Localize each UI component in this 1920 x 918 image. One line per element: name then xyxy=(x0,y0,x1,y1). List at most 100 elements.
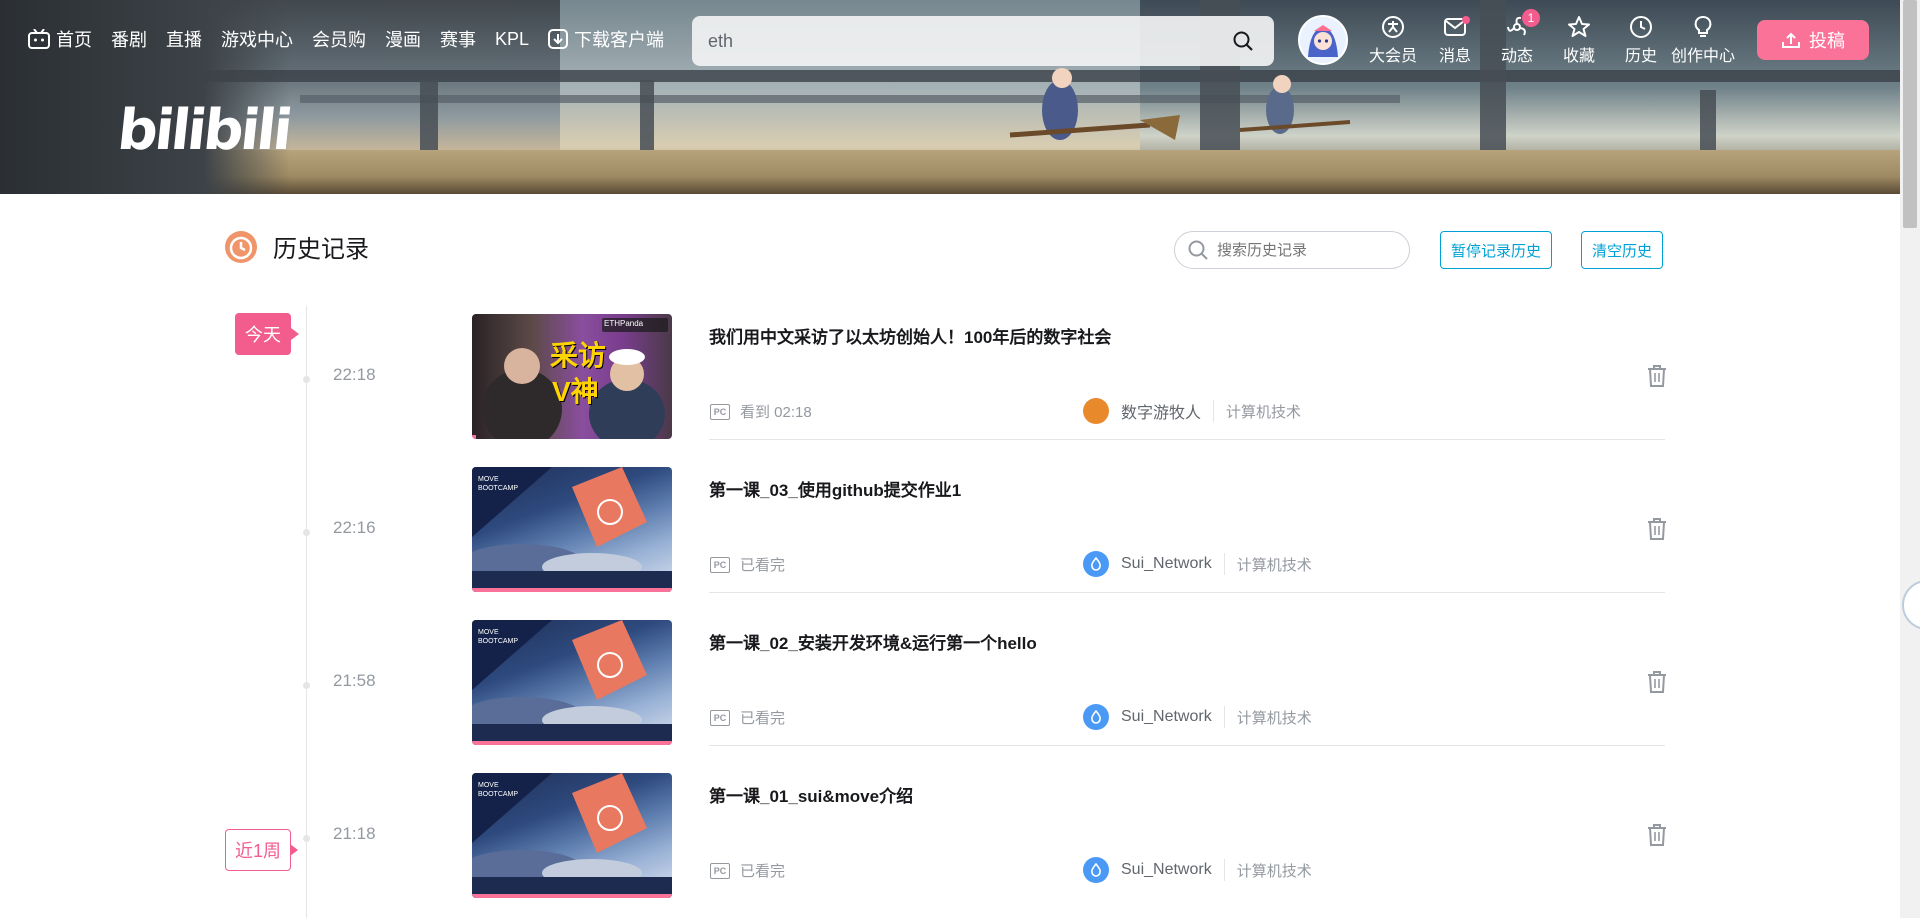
uploader-name[interactable]: 数字游牧人 xyxy=(1121,399,1201,423)
scrollbar-thumb[interactable] xyxy=(1903,0,1917,228)
thumb-caption: MOVE BOOTCAMP xyxy=(478,476,519,492)
clear-history-button[interactable]: 清空历史 xyxy=(1581,231,1663,269)
uploader-name[interactable]: Sui_Network xyxy=(1121,708,1212,726)
menu-label: 大会员 xyxy=(1368,48,1417,65)
timeline-dot xyxy=(303,376,310,383)
watch-time: 22:18 xyxy=(333,365,376,384)
menu-label: 消息 xyxy=(1438,48,1471,65)
nav-member-shop[interactable]: 会员购 xyxy=(312,26,366,52)
menu-label: 动态 xyxy=(1500,48,1533,65)
history-item: 21:58 MOVE BOOTCAMP 第一课_02_安装开发环境&运行第一个h… xyxy=(0,619,1900,772)
nav-download-client[interactable]: 下载客户端 xyxy=(548,26,664,52)
separator xyxy=(1213,400,1215,422)
video-title[interactable]: 第一课_03_使用github提交作业1 xyxy=(709,476,961,501)
nav-match[interactable]: 赛事 xyxy=(440,26,476,52)
uploader-info: Sui_Network 计算机技术 xyxy=(1083,551,1312,577)
watch-progress-bar xyxy=(472,894,672,898)
trash-icon[interactable] xyxy=(1646,517,1668,541)
pause-history-button[interactable]: 暂停记录历史 xyxy=(1440,231,1552,269)
watch-progress: PC 已看完 xyxy=(710,554,785,575)
bilibili-logo[interactable]: bilibili xyxy=(115,98,293,163)
video-thumbnail[interactable]: MOVE BOOTCAMP xyxy=(472,773,672,898)
menu-creator-center[interactable]: 创作中心 xyxy=(1671,14,1736,66)
thumb-caption: 采访 xyxy=(550,340,607,371)
nav-manga[interactable]: 漫画 xyxy=(385,26,421,52)
timeline-dot xyxy=(303,835,310,842)
video-title[interactable]: 我们用中文采访了以太坊创始人！100年后的数字社会 xyxy=(709,323,1111,348)
upload-icon xyxy=(1781,31,1801,49)
watch-progress-text: 已看完 xyxy=(740,710,786,727)
download-icon xyxy=(548,29,569,49)
video-category: 计算机技术 xyxy=(1236,862,1312,880)
watch-progress: PC 已看完 xyxy=(710,707,785,728)
nav-label: 首页 xyxy=(56,30,92,50)
separator xyxy=(1223,553,1225,575)
history-item: 21:18 MOVE BOOTCAMP 第一课_01_sui&move介绍 PC… xyxy=(0,772,1900,918)
upload-label: 投稿 xyxy=(1809,31,1845,51)
watch-time: 22:16 xyxy=(333,518,376,537)
thumb-caption: V神 xyxy=(552,376,599,407)
search-icon[interactable] xyxy=(1228,26,1258,56)
uploader-avatar[interactable] xyxy=(1083,704,1109,730)
nav-home[interactable]: 首页 xyxy=(28,26,92,52)
witch-illustration xyxy=(1239,75,1351,134)
video-title[interactable]: 第一课_02_安装开发环境&运行第一个hello xyxy=(709,629,1037,654)
pc-icon: PC xyxy=(710,556,730,573)
upload-button[interactable]: 投稿 xyxy=(1757,20,1869,60)
history-header: 历史记录 xyxy=(225,229,369,264)
video-thumbnail[interactable]: MOVE BOOTCAMP xyxy=(472,467,672,592)
nav-bangumi[interactable]: 番剧 xyxy=(111,26,147,52)
thumb-caption: MOVE BOOTCAMP xyxy=(478,629,519,645)
bulb-icon xyxy=(1691,14,1715,40)
menu-history[interactable]: 历史 xyxy=(1610,14,1672,66)
star-icon xyxy=(1567,14,1591,40)
video-thumbnail[interactable]: ETHPanda 采访 V神 xyxy=(472,314,672,439)
watch-progress: PC 已看完 xyxy=(710,860,785,881)
watch-progress-bar xyxy=(472,435,476,439)
watch-time: 21:18 xyxy=(333,824,376,843)
search-input[interactable] xyxy=(708,30,1228,52)
uploader-avatar[interactable] xyxy=(1083,551,1109,577)
video-thumbnail[interactable]: MOVE BOOTCAMP xyxy=(472,620,672,745)
menu-message[interactable]: 消息 xyxy=(1424,14,1486,66)
right-menu: 大会员 消息 1 动态 收藏 历史 创作中心 xyxy=(1362,9,1736,66)
uploader-info: Sui_Network 计算机技术 xyxy=(1083,704,1312,730)
menu-vip[interactable]: 大会员 xyxy=(1362,14,1424,66)
trash-icon[interactable] xyxy=(1646,670,1668,694)
timeline-dot xyxy=(303,529,310,536)
menu-label: 历史 xyxy=(1624,48,1657,65)
row-divider xyxy=(709,439,1665,440)
dynamic-badge: 1 xyxy=(1522,9,1540,27)
thumb-caption: MOVE BOOTCAMP xyxy=(478,782,519,798)
nav-live[interactable]: 直播 xyxy=(166,26,202,52)
video-category: 计算机技术 xyxy=(1236,709,1312,727)
history-item: 22:16 MOVE BOOTCAMP 第一课_03_使用github提交作业1… xyxy=(0,466,1900,619)
user-avatar[interactable] xyxy=(1298,15,1348,65)
menu-dynamic[interactable]: 1 动态 xyxy=(1486,9,1548,66)
page-title: 历史记录 xyxy=(273,236,369,263)
top-nav: 首页 番剧 直播 游戏中心 会员购 漫画 赛事 KPL 下载客户端 xyxy=(28,26,683,52)
pc-icon: PC xyxy=(710,862,730,879)
uploader-name[interactable]: Sui_Network xyxy=(1121,555,1212,573)
uploader-info: Sui_Network 计算机技术 xyxy=(1083,857,1312,883)
trash-icon[interactable] xyxy=(1646,364,1668,388)
vip-icon xyxy=(1381,14,1405,40)
watch-progress-text: 看到 02:18 xyxy=(740,404,812,421)
video-title[interactable]: 第一课_01_sui&move介绍 xyxy=(709,782,913,807)
uploader-avatar[interactable] xyxy=(1083,398,1109,424)
tv-icon xyxy=(28,29,50,49)
uploader-info: 数字游牧人 计算机技术 xyxy=(1083,398,1301,424)
uploader-avatar[interactable] xyxy=(1083,857,1109,883)
search-icon[interactable] xyxy=(1187,239,1209,261)
menu-label: 收藏 xyxy=(1562,48,1595,65)
history-search-input[interactable] xyxy=(1217,241,1397,259)
history-item: 22:18 ETHPanda 采访 V神 我们用中文采访了以太坊创始人！100年… xyxy=(0,313,1900,466)
menu-favorites[interactable]: 收藏 xyxy=(1548,14,1610,66)
history-search xyxy=(1174,231,1410,269)
separator xyxy=(1223,859,1225,881)
uploader-name[interactable]: Sui_Network xyxy=(1121,861,1212,879)
trash-icon[interactable] xyxy=(1646,823,1668,847)
menu-label: 创作中心 xyxy=(1671,48,1736,65)
nav-kpl[interactable]: KPL xyxy=(495,29,529,50)
nav-game-center[interactable]: 游戏中心 xyxy=(221,26,293,52)
